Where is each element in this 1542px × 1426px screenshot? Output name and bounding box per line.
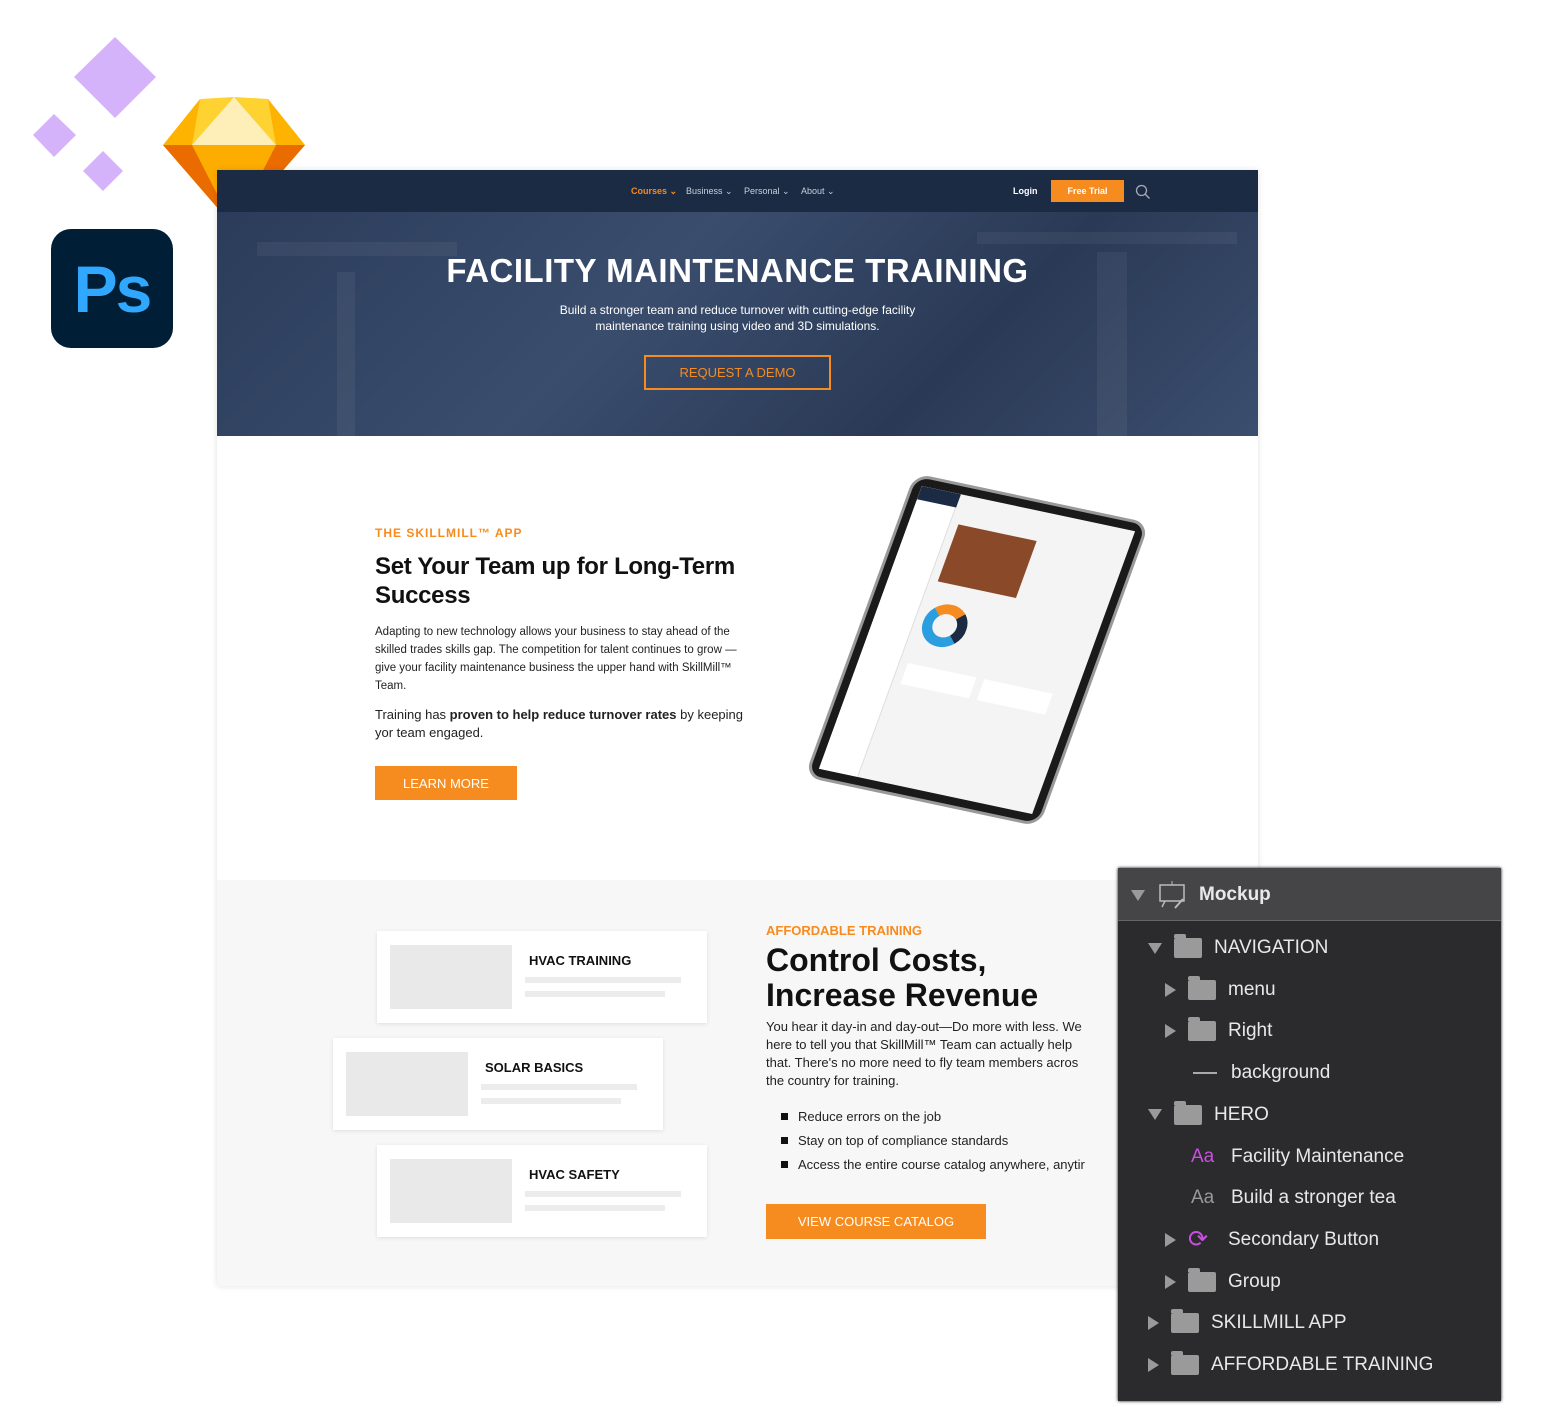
photoshop-logo-icon: Ps [51,229,173,348]
hero-subtitle: Build a stronger team and reduce turnove… [559,303,916,333]
nav-business[interactable]: Business ⌄ [686,186,733,197]
layer-label: Build a stronger tea [1231,1187,1396,1209]
app-paragraph-2: Training has proven to help reduce turno… [375,707,744,740]
nav-courses[interactable]: Courses ⌄ [631,186,677,197]
nav-personal[interactable]: Personal ⌄ [744,186,790,197]
benefit-list: Reduce errors on the job Stay on top of … [781,1104,1085,1176]
layer-label: Secondary Button [1228,1228,1380,1250]
folder-icon [1188,1267,1216,1292]
text-layer-icon: Aa [1191,1145,1215,1167]
hero-title: FACILITY MAINTENANCE TRAINING [446,252,1029,289]
website-mockup: Courses ⌄ Business ⌄ Personal ⌄ About ⌄ … [217,170,1258,1286]
layer-label: Facility Maintenance [1231,1145,1405,1167]
collapse-icon[interactable] [1148,942,1162,954]
layer-row[interactable]: ⟳ Secondary Button [1165,1220,1379,1260]
app-paragraph: Adapting to new technology allows your b… [375,626,737,692]
layer-row[interactable]: NAVIGATION [1148,928,1328,968]
request-demo-button[interactable]: REQUEST A DEMO [644,355,831,390]
hero: FACILITY MAINTENANCE TRAINING Build a st… [217,212,1258,436]
layer-label: HERO [1214,1103,1269,1125]
tablet-mockup-image [804,473,1150,827]
course-card[interactable]: SOLAR BASICS [333,1038,663,1130]
list-item: Stay on top of compliance standards [781,1128,1085,1152]
layer-row[interactable]: Aa Build a stronger tea [1165,1178,1396,1218]
layer-row[interactable]: SKILLMILL APP [1148,1303,1347,1343]
list-item: Reduce errors on the job [781,1104,1085,1128]
search-icon[interactable] [1135,184,1151,200]
layer-label: NAVIGATION [1214,937,1329,958]
layers-panel: Mockup NAVIGATION menu Right background HERO… [1118,868,1501,1401]
collapse-icon[interactable] [1131,889,1145,901]
view-catalog-button[interactable]: VIEW COURSE CATALOG [766,1204,986,1239]
layer-row[interactable]: HERO [1148,1095,1269,1135]
collapse-icon[interactable] [1148,1109,1162,1121]
expand-icon[interactable] [1148,1358,1159,1372]
expand-icon[interactable] [1148,1316,1159,1331]
app-eyebrow: THE SKILLMILL™ APP [375,526,523,540]
folder-icon [1171,1309,1199,1334]
nav-about[interactable]: About ⌄ [801,186,835,197]
afford-paragraph: You hear it day-in and day-out—Do more w… [766,1019,1082,1088]
layer-label: background [1231,1062,1331,1084]
layer-label: Right [1228,1020,1273,1042]
folder-icon [1188,1017,1216,1042]
list-item: Access the entire course catalog anywher… [781,1152,1085,1176]
afford-heading: Control Costs, Increase Revenue [766,942,1039,1013]
layer-label: menu [1228,978,1276,1000]
folder-icon [1174,934,1202,958]
layer-label: SKILLMILL APP [1211,1312,1347,1334]
line-shape-icon [1193,1072,1217,1075]
folder-icon [1174,1100,1202,1125]
folder-icon [1171,1351,1199,1375]
app-heading: Set Your Team up for Long-Term Success [375,553,735,609]
top-nav: Courses ⌄ Business ⌄ Personal ⌄ About ⌄ … [217,170,1258,212]
folder-icon [1188,975,1216,1000]
text-layer-icon: Aa [1191,1187,1215,1209]
layer-root-row[interactable]: Mockup [1118,868,1501,921]
expand-icon[interactable] [1165,982,1176,997]
layer-row[interactable]: Aa Facility Maintenance [1165,1137,1404,1177]
layer-row[interactable]: Group [1165,1262,1281,1302]
layer-label: Group [1228,1270,1281,1292]
layer-row[interactable]: Right [1165,1011,1272,1051]
login-link[interactable]: Login [1013,186,1038,196]
artboard-icon [1159,881,1185,909]
learn-more-button[interactable]: LEARN MORE [375,766,517,800]
course-card[interactable]: HVAC SAFETY [377,1145,707,1237]
layer-row[interactable]: AFFORDABLE TRAINING [1148,1345,1433,1385]
free-trial-button[interactable]: Free Trial [1051,180,1124,202]
course-card[interactable]: HVAC TRAINING [377,931,707,1023]
layer-row[interactable]: background [1165,1053,1330,1093]
expand-icon[interactable] [1165,1274,1176,1289]
layer-row[interactable]: menu [1165,970,1276,1010]
expand-icon[interactable] [1165,1232,1176,1247]
layer-label: AFFORDABLE TRAINING [1211,1354,1434,1375]
symbol-icon: ⟳ [1188,1226,1209,1254]
expand-icon[interactable] [1165,1024,1176,1039]
decorative-diamonds [33,37,156,191]
afford-eyebrow: AFFORDABLE TRAINING [766,923,922,938]
